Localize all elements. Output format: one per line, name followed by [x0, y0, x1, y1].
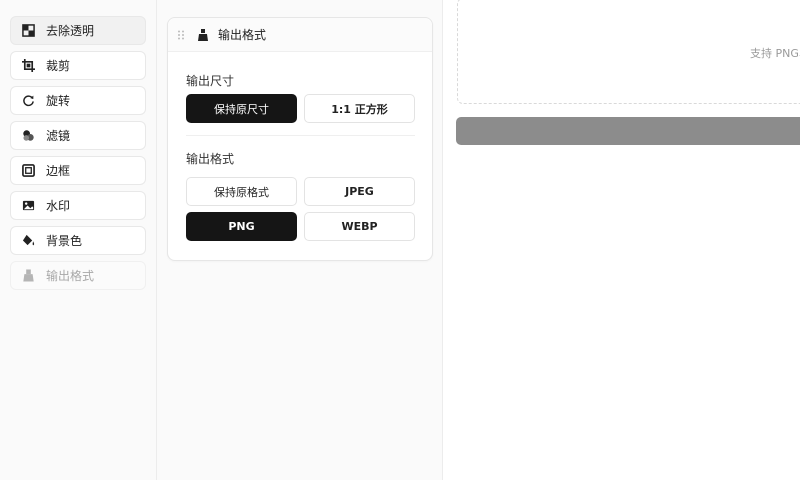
- output-format-card: 输出格式 输出尺寸 保持原尺寸 1:1 正方形 输出格式 保持原格式 JPEG …: [167, 17, 433, 261]
- sidebar-item-background-color[interactable]: 背景色: [10, 226, 146, 255]
- sidebar-item-label: 水印: [46, 199, 71, 213]
- card-title: 输出格式: [218, 28, 267, 42]
- sidebar-item-label: 去除透明: [46, 24, 95, 38]
- sidebar-item-remove-transparency[interactable]: 去除透明: [10, 16, 146, 45]
- preview-area: 支持 PNG、J: [443, 0, 800, 480]
- sidebar-item-output-format[interactable]: 输出格式: [10, 261, 146, 290]
- sidebar-item-label: 滤镜: [46, 129, 71, 143]
- sidebar-item-label: 裁剪: [46, 59, 71, 73]
- jpeg-format-button[interactable]: JPEG: [304, 177, 415, 206]
- process-button[interactable]: [456, 117, 800, 145]
- sidebar-item-border[interactable]: 边框: [10, 156, 146, 185]
- sidebar-item-watermark[interactable]: 水印: [10, 191, 146, 220]
- png-format-button[interactable]: PNG: [186, 212, 297, 241]
- settings-panel: 输出格式 输出尺寸 保持原尺寸 1:1 正方形 输出格式 保持原格式 JPEG …: [157, 0, 443, 480]
- sidebar: 去除透明 裁剪 旋转 滤镜 边框 水印 背景色 输出格式: [0, 0, 157, 480]
- paint-bucket-icon: [21, 234, 35, 248]
- rotate-icon: [21, 94, 35, 108]
- output-size-label: 输出尺寸: [186, 74, 235, 88]
- dropzone-hint: 支持 PNG、J: [750, 47, 800, 60]
- upload-dropzone[interactable]: 支持 PNG、J: [457, 0, 800, 104]
- drag-handle-icon[interactable]: [177, 30, 185, 40]
- sidebar-item-rotate[interactable]: 旋转: [10, 86, 146, 115]
- output-icon: [196, 28, 210, 42]
- crop-icon: [21, 59, 35, 73]
- keep-original-size-button[interactable]: 保持原尺寸: [186, 94, 297, 123]
- sidebar-item-filter[interactable]: 滤镜: [10, 121, 146, 150]
- sidebar-item-label: 边框: [46, 164, 71, 178]
- sidebar-item-crop[interactable]: 裁剪: [10, 51, 146, 80]
- card-header: 输出格式: [168, 18, 432, 52]
- section-divider: [186, 135, 415, 136]
- keep-original-format-button[interactable]: 保持原格式: [186, 177, 297, 206]
- output-format-label: 输出格式: [186, 152, 235, 166]
- output-icon: [21, 269, 35, 283]
- sidebar-item-label: 背景色: [46, 234, 83, 248]
- filter-icon: [21, 129, 35, 143]
- sidebar-item-label: 旋转: [46, 94, 71, 108]
- border-icon: [21, 164, 35, 178]
- square-size-button[interactable]: 1:1 正方形: [304, 94, 415, 123]
- webp-format-button[interactable]: WEBP: [304, 212, 415, 241]
- transparency-icon: [21, 24, 35, 38]
- sidebar-item-label: 输出格式: [46, 269, 95, 283]
- watermark-icon: [21, 199, 35, 213]
